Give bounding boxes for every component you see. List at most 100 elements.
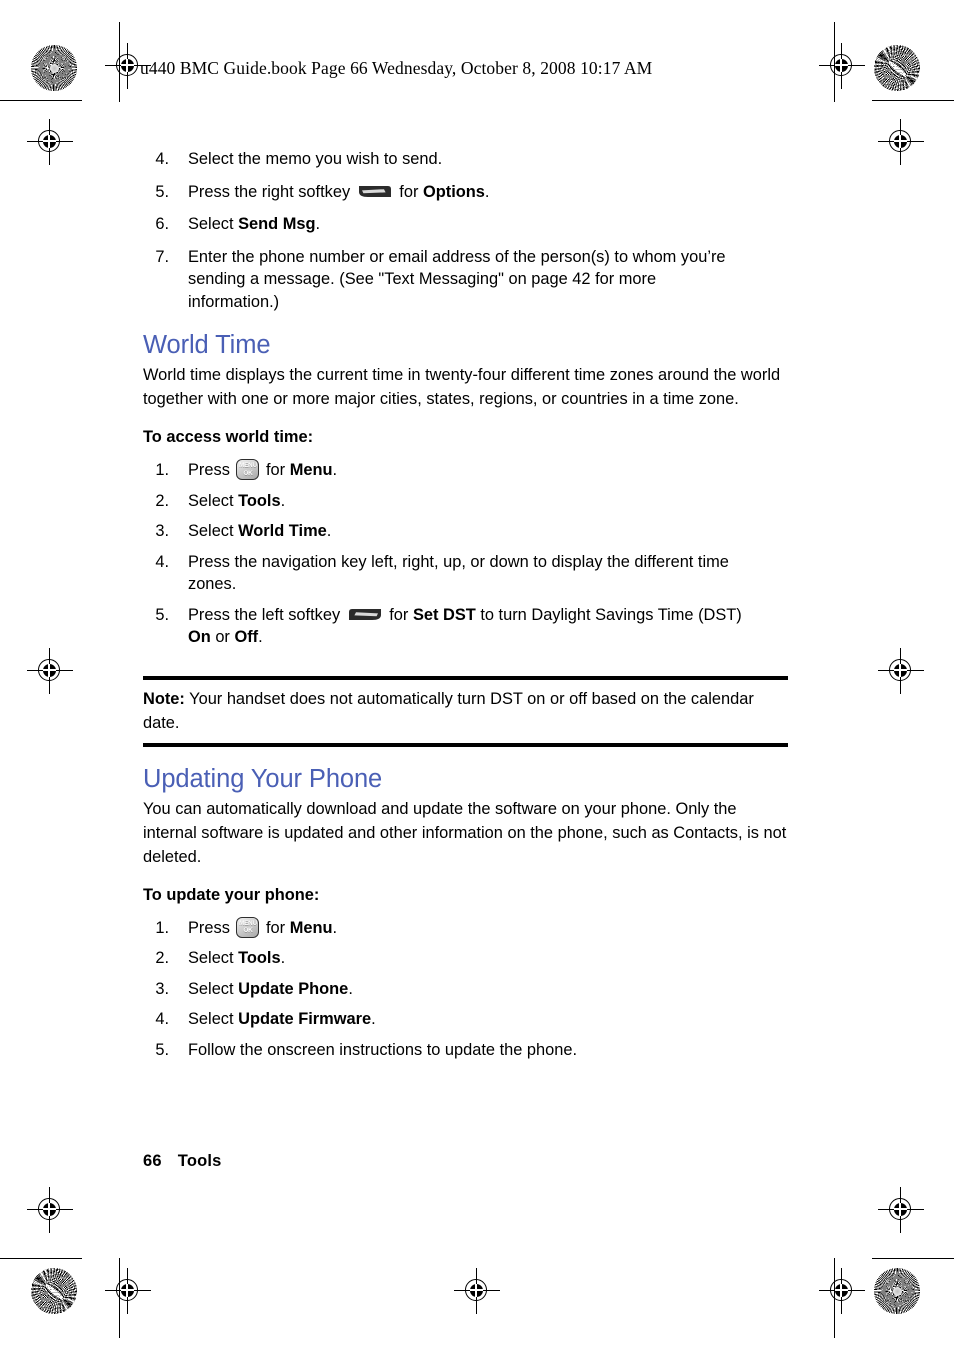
step-text: .: [280, 491, 286, 510]
step-number: 4.: [155, 1010, 169, 1028]
list-item: 4. Press the navigation key left, right, …: [143, 551, 743, 596]
file-info-header: u440 BMC Guide.book Page 66 Wednesday, O…: [140, 58, 653, 78]
step-emphasis: On: [188, 628, 211, 646]
step-emphasis: Options: [422, 182, 485, 201]
step-text: .: [280, 949, 286, 967]
right-softkey-icon: [358, 184, 392, 199]
registration-rosette-icon: [874, 1268, 920, 1314]
step-body: Select the memo you wish to send.: [188, 150, 442, 168]
page-content: 4. Select the memo you wish to send. 5. Pre…: [143, 148, 788, 1069]
step-emphasis: Set DST: [412, 605, 476, 624]
step-text: Press: [188, 918, 235, 937]
step-number: 2.: [155, 949, 169, 967]
step-emphasis: Off: [234, 628, 259, 646]
step-body: Select Send Msg.: [188, 215, 320, 233]
menu-key-label-bottom: OK: [243, 927, 253, 934]
crop-line: [0, 100, 82, 102]
step-body: Follow the onscreen instructions to upda…: [188, 1041, 577, 1059]
registration-target-icon: [27, 1187, 73, 1233]
list-item: 2. Select Tools.: [143, 490, 743, 513]
page-title-updating-your-phone: Updating Your Phone: [143, 764, 383, 793]
updating-phone-description: You can automatically download and updat…: [143, 799, 787, 866]
step-body: Press the right softkey for Options.: [188, 183, 489, 201]
menu-ok-key-icon: MENU OK: [236, 459, 260, 480]
note-body-text: Your handset does not automatically turn…: [143, 689, 754, 732]
registration-target-icon: [878, 648, 924, 694]
world-time-description: World time displays the current time in …: [143, 366, 781, 408]
registration-rosette-icon: [31, 45, 77, 91]
step-emphasis: Menu: [289, 918, 333, 937]
step-body: Press the left softkey for Set DST to tu…: [188, 606, 742, 647]
menu-key-label-top: MENU: [239, 919, 257, 927]
step-text: Enter the phone number or email address …: [188, 247, 726, 311]
step-number: 1.: [155, 461, 169, 479]
step-number: 3.: [155, 979, 169, 998]
page-title-world-time: World Time: [143, 331, 271, 359]
list-item: 3. Select World Time.: [143, 520, 743, 543]
step-body: Select Tools.: [188, 492, 285, 510]
step-body: Select Tools.: [188, 949, 285, 967]
list-item: 2. Select Tools.: [143, 947, 743, 970]
step-body: Select World Time.: [188, 522, 331, 540]
registration-target-icon: [819, 1268, 865, 1314]
step-text: Press: [188, 461, 235, 479]
step-body: Select Update Firmware.: [188, 1010, 376, 1028]
step-text: .: [326, 522, 332, 540]
step-emphasis: Send Msg: [238, 215, 316, 233]
step-text: .: [332, 461, 338, 479]
crop-line: [0, 1258, 82, 1260]
step-text: Select the memo you wish to send.: [188, 150, 443, 168]
step-emphasis: Update Phone: [238, 979, 349, 998]
menu-ok-key-icon: MENU OK: [236, 916, 260, 938]
list-item: 5. Press the left softkey for Set DST to …: [143, 604, 743, 649]
step-number: 4.: [155, 552, 169, 571]
footer-page-number: 66: [143, 1152, 162, 1170]
step-text: .: [315, 215, 321, 233]
list-item: 5. Follow the onscreen instructions to up…: [143, 1039, 743, 1062]
step-text: .: [332, 918, 338, 937]
step-text: Follow the onscreen instructions to upda…: [188, 1040, 578, 1059]
step-body: Press the navigation key left, right, up…: [188, 553, 729, 594]
step-text: .: [258, 628, 263, 646]
step-body: Press MENU OK for Menu.: [188, 459, 338, 480]
page-footer: 66 Tools: [143, 1152, 222, 1171]
registration-rosette-icon: [31, 1268, 77, 1314]
registration-target-icon: [105, 1268, 151, 1314]
list-item: 6. Select Send Msg.: [143, 213, 743, 236]
step-text: .: [484, 182, 490, 201]
registration-target-icon: [454, 1268, 500, 1314]
step-number: 5.: [155, 605, 169, 624]
world-time-lead-in: To access world time:: [143, 428, 314, 446]
step-text: .: [371, 1010, 376, 1028]
list-item: 3. Select Update Phone.: [143, 978, 743, 1001]
step-body: Press MENU OK for Menu.: [188, 916, 338, 938]
list-item: 1. Press MENU OK for Menu.: [143, 459, 743, 482]
step-text: to turn Daylight Savings Time (DST): [475, 605, 742, 624]
note-bottom-rule: [143, 742, 788, 747]
step-number: 4.: [155, 150, 169, 168]
step-emphasis: Menu: [289, 461, 333, 479]
left-softkey-icon: [348, 607, 382, 622]
step-text: Select: [188, 215, 239, 233]
menu-key-label-top: MENU: [239, 462, 257, 469]
list-item: 4. Select the memo you wish to send.: [143, 148, 743, 171]
list-item: 5. Press the right softkey for Options.: [143, 181, 743, 204]
list-item: 1. Press MENU OK for Menu.: [143, 916, 743, 940]
note-text: Note: Your handset does not automaticall…: [143, 680, 788, 743]
crop-line: [872, 100, 954, 102]
step-text: for: [384, 605, 413, 624]
registration-rosette-icon: [874, 45, 920, 91]
registration-target-icon: [878, 119, 924, 165]
step-text: Select: [188, 522, 239, 540]
registration-target-icon: [878, 1187, 924, 1233]
memo-send-steps: 4. Select the memo you wish to send. 5. Pre…: [143, 148, 743, 313]
step-number: 2.: [155, 491, 169, 510]
step-text: .: [348, 979, 353, 998]
step-text: Press the left softkey: [188, 605, 345, 624]
step-number: 3.: [155, 522, 169, 540]
step-text: for: [261, 918, 290, 937]
list-item: 7. Enter the phone number or email addres…: [143, 246, 743, 314]
updating-phone-lead-in: To update your phone:: [143, 885, 320, 904]
step-text: Press the navigation key left, right, up…: [188, 552, 729, 594]
step-number: 1.: [155, 918, 169, 937]
